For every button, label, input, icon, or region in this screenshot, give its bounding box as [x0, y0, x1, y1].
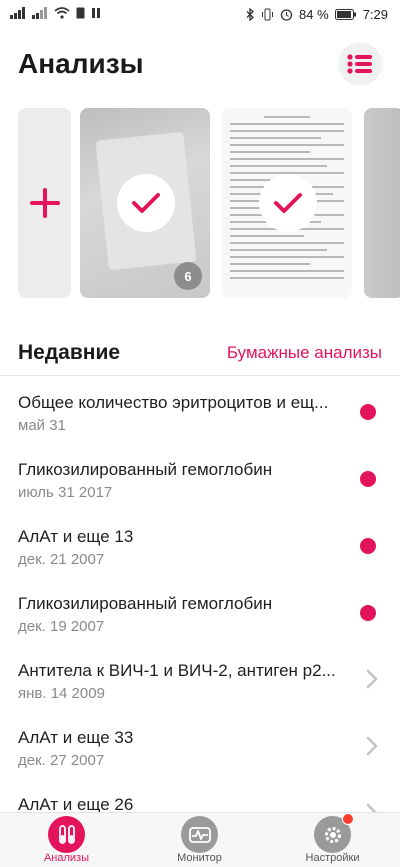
photo-count-badge: 6 [174, 262, 202, 290]
notification-dot [342, 813, 354, 825]
unread-dot [360, 538, 376, 554]
plus-icon [29, 188, 60, 218]
unread-dot [360, 404, 376, 420]
photo-card[interactable] [364, 108, 400, 298]
check-icon [132, 193, 160, 213]
nav-label: Настройки [305, 852, 360, 864]
page-title: Анализы [18, 48, 144, 79]
nav-monitor[interactable]: Монитор [133, 813, 266, 867]
monitor-pulse-icon [181, 816, 218, 853]
vibrate-icon [262, 8, 274, 21]
list-item[interactable]: АлАт и еще 33 дек. 27 2007 [0, 711, 400, 778]
item-title: Общее количество эритроцитов и ещ... [18, 393, 329, 412]
item-date: май 31 [18, 417, 66, 434]
battery-icon [334, 9, 356, 20]
add-analysis-button[interactable] [18, 108, 71, 298]
signal-2-icon [32, 7, 47, 19]
chevron-right-icon [366, 736, 378, 756]
nav-label: Монитор [177, 852, 222, 864]
photo-card[interactable]: 6 [80, 108, 210, 298]
status-left-icons [10, 7, 101, 19]
document-card[interactable] [222, 108, 352, 298]
bluetooth-icon [246, 8, 255, 21]
item-title: Гликозилированный гемоглобин [18, 460, 273, 479]
list-item[interactable]: Гликозилированный гемоглобин дек. 19 200… [0, 577, 400, 644]
list-view-button[interactable] [338, 42, 382, 86]
nav-label: Анализы [43, 852, 90, 864]
alarm-icon [280, 9, 293, 21]
pause-icon [92, 8, 100, 18]
selected-check [117, 174, 175, 232]
clock: 7:29 [362, 7, 388, 22]
bottom-navigation: Анализы Монитор Настройки [0, 812, 400, 867]
status-bar: 84 % 7:29 [0, 0, 400, 30]
unread-dot [360, 605, 376, 621]
battery-level: 84 % [299, 7, 329, 22]
selected-check [259, 174, 317, 232]
paper-analyses-link[interactable]: Бумажные анализы [227, 343, 382, 363]
list-icon [347, 54, 372, 74]
unread-dot [360, 471, 376, 487]
nav-settings[interactable]: Настройки [266, 813, 399, 867]
chevron-right-icon [366, 669, 378, 689]
list-item[interactable]: Гликозилированный гемоглобин июль 31 201… [0, 443, 400, 510]
item-title: Гликозилированный гемоглобин [18, 594, 273, 613]
test-tubes-icon [48, 816, 85, 853]
photo-carousel[interactable]: 6 [0, 108, 400, 300]
list-item[interactable]: Общее количество эритроцитов и ещ... май… [0, 376, 400, 443]
analyses-screen: 84 % 7:29 Анализы 6 Недавние Бумажные ан… [0, 0, 400, 867]
list-item[interactable]: АлАт и еще 13 дек. 21 2007 [0, 510, 400, 577]
nav-analyses[interactable]: Анализы [0, 813, 133, 867]
item-date: июль 31 2017 [18, 484, 113, 501]
item-title: АлАт и еще 13 [18, 527, 134, 546]
item-title: АлАт и еще 33 [18, 728, 134, 747]
check-icon [274, 193, 302, 213]
item-date: дек. 21 2007 [18, 551, 105, 568]
signal-icon [10, 7, 25, 19]
item-date: дек. 19 2007 [18, 618, 105, 635]
item-title: Антитела к ВИЧ-1 и ВИЧ-2, антиген p2... [18, 661, 336, 680]
section-title: Недавние [18, 341, 121, 364]
list-item[interactable]: Антитела к ВИЧ-1 и ВИЧ-2, антиген p2... … [0, 644, 400, 711]
recent-list: Общее количество эритроцитов и ещ... май… [0, 376, 400, 845]
wifi-icon [54, 7, 70, 19]
item-date: дек. 27 2007 [18, 752, 105, 769]
status-right-icons: 84 % 7:29 [246, 7, 388, 22]
item-date: янв. 14 2009 [18, 685, 105, 702]
sim-icon [76, 7, 85, 19]
